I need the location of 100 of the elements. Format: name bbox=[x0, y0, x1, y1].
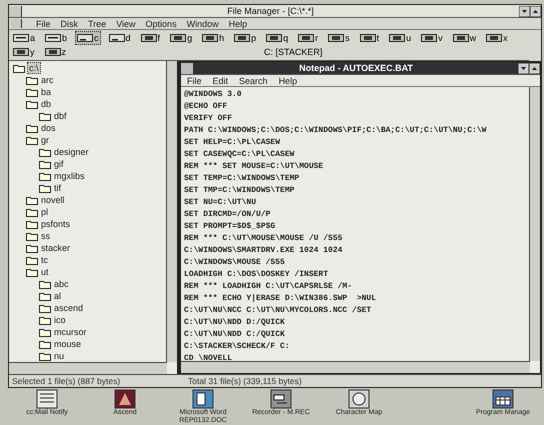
text-line: CD \NOVELL bbox=[184, 353, 234, 365]
folder-item[interactable]: tc bbox=[40, 255, 50, 265]
folder-icon bbox=[39, 292, 51, 300]
program-icon[interactable] bbox=[347, 389, 371, 409]
maximize-button[interactable] bbox=[530, 6, 541, 16]
folder-icon bbox=[39, 184, 51, 192]
folder-item[interactable]: stacker bbox=[40, 243, 72, 253]
text-line: SET CASEWQC=C:\PL\CASEW bbox=[184, 149, 296, 161]
drive-button[interactable]: w bbox=[450, 31, 478, 45]
minimize-button[interactable] bbox=[518, 62, 529, 74]
maximize-button[interactable] bbox=[529, 62, 540, 74]
text-line: C:\UT\NU\NDD C:/QUICK bbox=[184, 329, 286, 341]
drive-button[interactable]: b bbox=[43, 31, 70, 45]
scrollbar[interactable] bbox=[181, 361, 530, 373]
text-line: C:\UT\NU\NDD D:/QUICK bbox=[184, 317, 286, 329]
scrollbar[interactable] bbox=[9, 362, 167, 374]
text-line: SET TMP=C:\WINDOWS\TEMP bbox=[184, 185, 296, 197]
scrollbar[interactable] bbox=[529, 87, 540, 361]
system-menu-icon[interactable] bbox=[11, 19, 22, 28]
drive-button[interactable]: h bbox=[200, 31, 226, 45]
drive-button[interactable]: z bbox=[42, 45, 68, 59]
drive-button[interactable]: r bbox=[296, 31, 320, 45]
text-line: LOADHIGH C:\DOS\DOSKEY /INSERT bbox=[184, 269, 330, 281]
folder-item[interactable]: nu bbox=[53, 351, 66, 361]
folder-item[interactable]: gr bbox=[40, 135, 50, 145]
text-line: SET NU=C:\UT\NU bbox=[184, 197, 258, 209]
folder-item[interactable]: mcursor bbox=[53, 327, 88, 337]
menu-item[interactable]: Options bbox=[146, 18, 177, 28]
folder-icon bbox=[26, 88, 38, 96]
drive-button[interactable]: p bbox=[232, 31, 258, 45]
menu-item[interactable]: Edit bbox=[212, 76, 228, 86]
drive-button[interactable]: d bbox=[106, 31, 133, 45]
drive-button[interactable]: t bbox=[358, 31, 382, 45]
folder-icon bbox=[26, 256, 38, 264]
drive-icon bbox=[452, 34, 469, 42]
drive-button[interactable]: c bbox=[75, 31, 101, 45]
folder-icon bbox=[26, 76, 38, 84]
text-line: C:\STACKER\SCHECK/F C: bbox=[184, 341, 291, 353]
folder-item[interactable]: ico bbox=[53, 315, 67, 325]
folder-icon bbox=[39, 112, 51, 120]
drive-icon bbox=[13, 48, 29, 56]
drive-button[interactable]: s bbox=[326, 31, 352, 45]
text-line: C:\UT\NU\NCC C:\UT\NU\MYCOLORS.NCC /SET bbox=[184, 305, 372, 317]
folder-item[interactable]: mouse bbox=[53, 339, 82, 349]
program-icon[interactable] bbox=[269, 389, 293, 409]
folder-item[interactable]: mgxlibs bbox=[53, 171, 86, 181]
folder-item[interactable]: c:\ bbox=[27, 62, 41, 74]
menu-item[interactable]: View bbox=[116, 18, 136, 28]
drive-button[interactable]: q bbox=[264, 31, 290, 45]
status-text: Total 31 file(s) (339,115 bytes) bbox=[188, 376, 302, 386]
folder-icon bbox=[26, 268, 38, 276]
drive-button[interactable]: x bbox=[484, 31, 510, 45]
text-line: C:\WINDOWS\MOUSE /S55 bbox=[184, 257, 286, 269]
volume-label: C: [STACKER] bbox=[264, 47, 322, 57]
minimize-button[interactable] bbox=[519, 6, 530, 16]
folder-icon bbox=[26, 220, 38, 228]
scrollbar[interactable] bbox=[166, 61, 177, 362]
menu-item[interactable]: Tree bbox=[88, 18, 106, 28]
drive-button[interactable]: v bbox=[419, 31, 445, 45]
menu-item[interactable]: Search bbox=[239, 76, 268, 86]
system-menu-icon[interactable] bbox=[9, 6, 22, 16]
folder-item[interactable]: novell bbox=[40, 195, 66, 205]
folder-item[interactable]: ba bbox=[40, 87, 52, 97]
menu-item[interactable]: File bbox=[187, 76, 202, 86]
menu-item[interactable]: Help bbox=[228, 18, 248, 28]
menu-item[interactable]: Window bbox=[186, 18, 219, 28]
folder-icon bbox=[26, 124, 38, 132]
drive-button[interactable]: y bbox=[11, 45, 36, 59]
drive-button[interactable]: a bbox=[11, 31, 38, 45]
folder-icon bbox=[26, 208, 38, 216]
folder-item[interactable]: pl bbox=[40, 207, 50, 217]
program-icon[interactable] bbox=[191, 389, 215, 409]
drive-button[interactable]: f bbox=[138, 31, 162, 45]
folder-item[interactable]: dbf bbox=[53, 111, 68, 121]
folder-item[interactable]: designer bbox=[53, 147, 90, 157]
program-icon[interactable] bbox=[491, 389, 515, 409]
drive-button[interactable]: u bbox=[387, 31, 414, 45]
folder-item[interactable]: ascend bbox=[53, 303, 84, 313]
folder-item[interactable]: dos bbox=[40, 123, 57, 133]
menu-item[interactable]: Help bbox=[278, 76, 298, 86]
folder-item[interactable]: gif bbox=[53, 159, 65, 169]
folder-item[interactable]: tif bbox=[53, 183, 62, 193]
folder-item[interactable]: ss bbox=[40, 231, 51, 241]
folder-item[interactable]: al bbox=[53, 291, 62, 301]
folder-icon bbox=[39, 160, 51, 168]
folder-item[interactable]: abc bbox=[53, 279, 70, 289]
folder-item[interactable]: psfonts bbox=[40, 219, 72, 229]
drive-icon bbox=[140, 34, 157, 42]
folder-item[interactable]: ut bbox=[40, 267, 50, 277]
system-menu-icon[interactable] bbox=[181, 62, 194, 74]
folder-item[interactable]: arc bbox=[40, 75, 55, 85]
folder-icon bbox=[39, 148, 51, 156]
program-icon[interactable] bbox=[113, 389, 137, 409]
folder-icon bbox=[13, 64, 25, 72]
menu-item[interactable]: Disk bbox=[60, 18, 78, 28]
text-line: SET PROMPT=$D$_$P$G bbox=[184, 221, 276, 233]
folder-item[interactable]: db bbox=[40, 99, 52, 109]
program-icon[interactable] bbox=[35, 389, 59, 409]
menu-item[interactable]: File bbox=[36, 18, 51, 28]
drive-button[interactable]: g bbox=[168, 31, 194, 45]
